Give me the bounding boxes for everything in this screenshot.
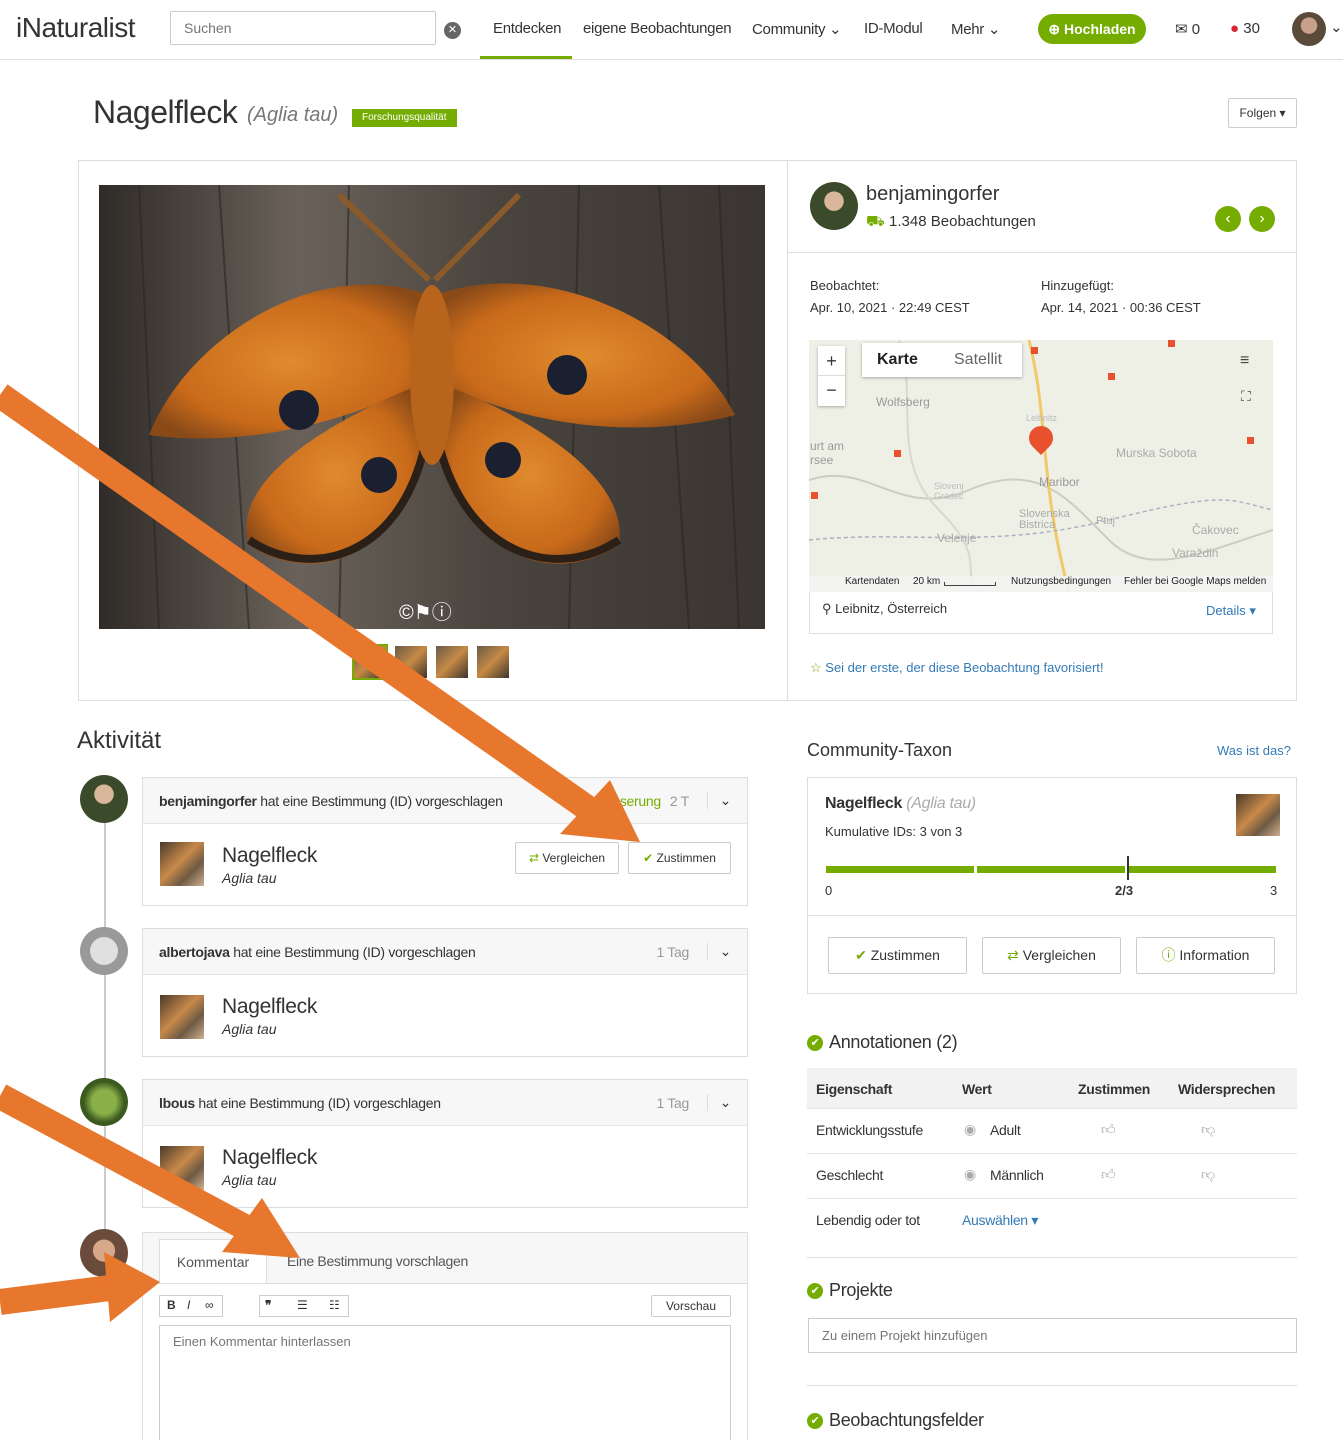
arrow-to-comment-tab (0, 1252, 160, 1322)
arrow-to-agree-button (0, 384, 640, 842)
annotation-arrows-overlay (0, 384, 640, 1322)
arrow-to-suggest-tab (0, 1084, 300, 1258)
